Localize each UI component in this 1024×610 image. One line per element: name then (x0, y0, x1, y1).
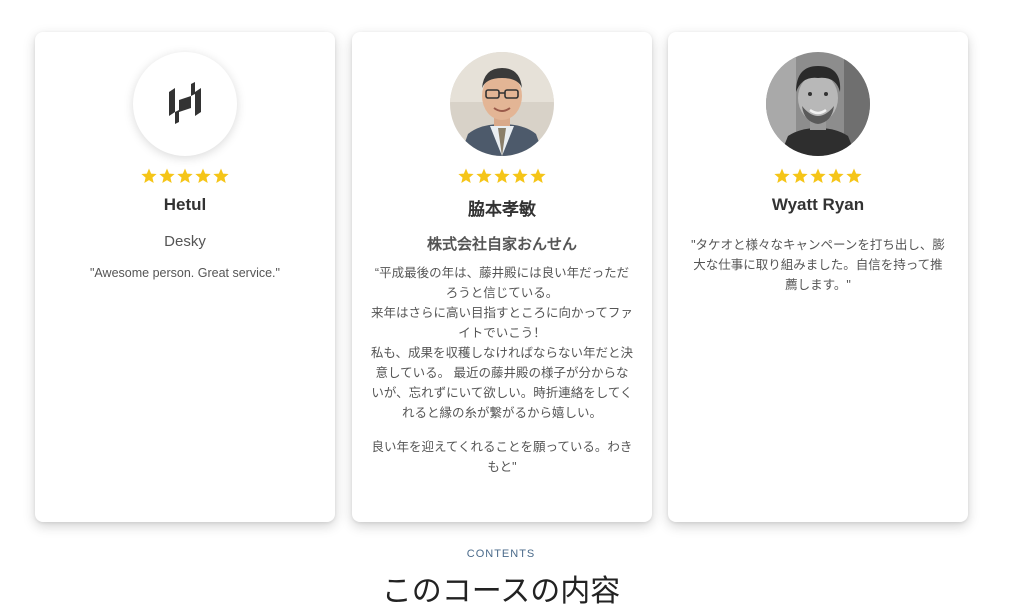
quote-paragraph: 私も、成果を収穫しなければならない年だと決意している。 最近の藤井殿の様子が分か… (370, 346, 634, 420)
reviewer-company: 株式会社自家おんせん (426, 236, 577, 253)
reviewer-name: Hetul (163, 195, 207, 214)
star-icon (159, 168, 175, 183)
reviewer-name: 脇本孝敏 (468, 200, 536, 219)
reviewer-name: Wyatt Ryan (771, 195, 865, 214)
person-photo (766, 52, 870, 156)
avatar (450, 52, 554, 156)
quote-paragraph: “平成最後の年は、藤井殿には良い年だっただろうと信じている。 (374, 266, 630, 300)
testimonial-quote: "Awesome person. Great service." (53, 263, 317, 283)
testimonials-section: Hetul Desky "Awesome person. Great servi… (0, 0, 1024, 540)
star-icon (846, 168, 862, 183)
star-icon (213, 168, 229, 183)
testimonial-quote: “平成最後の年は、藤井殿には良い年だっただろうと信じている。 来年はさらに高い目… (370, 263, 634, 477)
testimonial-card: 脇本孝敏 株式会社自家おんせん “平成最後の年は、藤井殿には良い年だっただろうと… (352, 32, 652, 522)
desky-logo-icon (169, 82, 201, 124)
star-icon (476, 168, 492, 183)
star-icon (458, 168, 474, 183)
testimonial-quote: "タケオと様々なキャンペーンを打ち出し、膨大な仕事に取り組みました。自信を持って… (688, 235, 948, 295)
person-photo (450, 52, 554, 156)
quote-paragraph: "タケオと様々なキャンペーンを打ち出し、膨大な仕事に取り組みました。自信を持って… (691, 238, 945, 292)
star-icon (177, 168, 193, 183)
star-icon (828, 168, 844, 183)
avatar (133, 52, 237, 156)
quote-paragraph: 良い年を迎えてくれることを願っている。わきもと" (371, 440, 633, 474)
star-icon (195, 168, 211, 183)
testimonial-card: Wyatt Ryan "タケオと様々なキャンペーンを打ち出し、膨大な仕事に取り組… (668, 32, 968, 522)
star-icon (512, 168, 528, 183)
section-title: このコースの内容 (381, 575, 621, 608)
reviewer-company: Desky (164, 233, 206, 250)
star-rating (35, 167, 335, 185)
star-icon (810, 168, 826, 183)
section-label: CONTENTS (466, 548, 536, 560)
quote-paragraph: "Awesome person. Great service." (90, 266, 280, 280)
testimonial-card: Hetul Desky "Awesome person. Great servi… (35, 32, 335, 522)
star-icon (792, 168, 808, 183)
quote-paragraph: 来年はさらに高い目指すところに向かってファイトでいこう！ (371, 306, 633, 340)
star-icon (141, 168, 157, 183)
star-icon (494, 168, 510, 183)
star-rating (668, 167, 968, 185)
star-rating (352, 167, 652, 185)
avatar (766, 52, 870, 156)
star-icon (774, 168, 790, 183)
star-icon (530, 168, 546, 183)
